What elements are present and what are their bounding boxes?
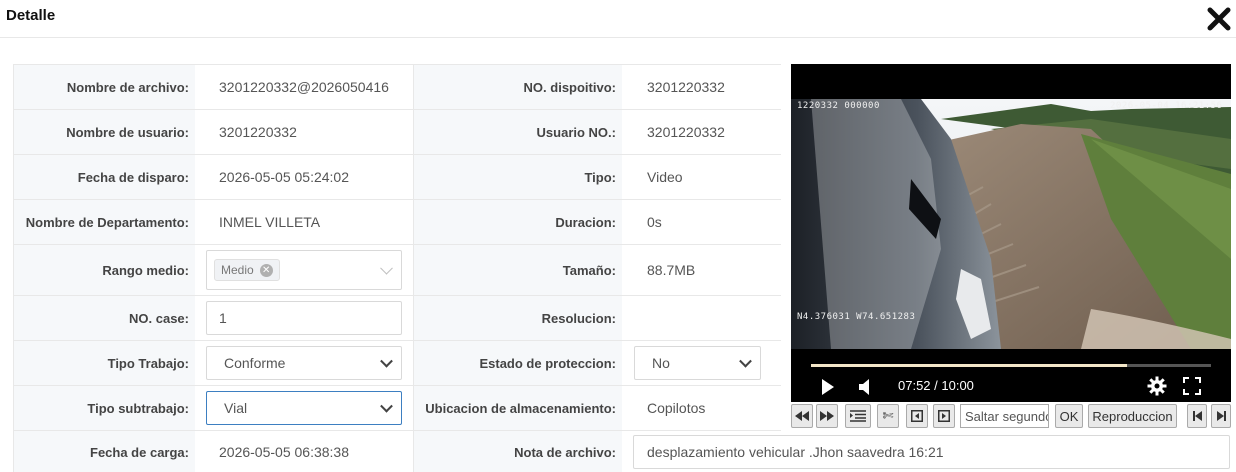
video-player[interactable]: 1220332 000000 2026-05-04 16:21:56 N4.37… (791, 64, 1231, 402)
work-type-label: Tipo Trabajo: (14, 341, 195, 385)
remove-tag-icon[interactable]: ✕ (259, 263, 273, 277)
media-range-tag-label: Medio (221, 263, 254, 277)
duration-label: Duracion: (413, 200, 622, 244)
case-no-value: 1 (219, 310, 227, 326)
chevron-down-icon (380, 354, 393, 368)
protection-select[interactable]: No (634, 346, 761, 380)
ok-button[interactable]: OK (1055, 404, 1083, 428)
user-name-label: Nombre de usuario: (14, 110, 195, 154)
fast-forward-icon (820, 411, 834, 421)
osd-device-id: 1220332 000000 (797, 101, 880, 111)
dialog-title: Detalle (6, 7, 56, 24)
list-icon (850, 410, 866, 422)
trigger-date-value: 2026-05-05 05:24:02 (219, 169, 349, 185)
table-row: Rango medio: Medio ✕ Tamaño: 88.7MB (14, 245, 781, 296)
table-row: Fecha de disparo: 2026-05-05 05:24:02 Ti… (14, 155, 781, 200)
upload-date-value: 2026-05-05 06:38:38 (219, 444, 349, 460)
file-note-value: desplazamiento vehicular .Jhon saavedra … (647, 444, 944, 460)
video-controls: 07:52 / 10:00 (791, 349, 1231, 402)
sub-work-type-select[interactable]: Vial (206, 391, 402, 425)
rewind-button[interactable] (791, 404, 813, 428)
file-name-value: 3201220332@2026050416 (219, 79, 389, 95)
upload-date-label: Fecha de carga: (14, 431, 195, 472)
media-range-label: Rango medio: (14, 245, 195, 295)
table-row: Nombre de Departamento: INMEL VILLETA Du… (14, 200, 781, 245)
progress-track[interactable] (811, 364, 1211, 367)
protection-value: No (652, 355, 670, 371)
file-name-label: Nombre de archivo: (14, 65, 195, 109)
last-button[interactable] (1211, 404, 1231, 428)
size-value: 88.7MB (647, 262, 696, 278)
fast-forward-button[interactable] (816, 404, 838, 428)
table-row: Tipo subtrabajo: Vial Ubicacion de almac… (14, 386, 781, 431)
table-row: Tipo Trabajo: Conforme Estado de protecc… (14, 341, 781, 386)
case-no-input[interactable]: 1 (206, 301, 402, 335)
skip-last-icon (1216, 411, 1226, 421)
detail-table: Nombre de archivo: 3201220332@2026050416… (13, 64, 781, 472)
frame-back-button[interactable] (906, 404, 928, 428)
storage-value: Copilotos (647, 400, 706, 416)
table-row: NO. case: 1 Resolucion: (14, 296, 781, 341)
file-note-input[interactable]: desplazamiento vehicular .Jhon saavedra … (633, 435, 1230, 469)
media-range-tag: Medio ✕ (214, 259, 280, 281)
table-row: Nombre de usuario: 3201220332 Usuario NO… (14, 110, 781, 155)
work-type-select[interactable]: Conforme (206, 346, 402, 380)
size-label: Tamaño: (413, 245, 622, 295)
sub-work-type-value: Vial (224, 400, 248, 416)
chevron-down-icon (739, 354, 752, 368)
work-type-value: Conforme (224, 355, 286, 371)
protection-label: Estado de proteccion: (413, 341, 622, 385)
skip-seconds-input[interactable]: Saltar segundos (960, 404, 1049, 428)
player-toolbar: ✄ Saltar segundos OK Reproduccion (791, 404, 1233, 429)
cut-button[interactable]: ✄ (877, 404, 899, 428)
close-icon[interactable] (1206, 6, 1232, 32)
osd-gps: N4.376031 W74.651283 (797, 312, 916, 322)
dialog-header: Detalle (0, 0, 1236, 38)
osd-datetime: 2026-05-04 16:21:56 (1110, 101, 1223, 111)
fullscreen-icon[interactable] (1183, 377, 1201, 395)
rewind-icon (795, 411, 809, 421)
playlist-button[interactable] (845, 404, 871, 428)
device-no-label: NO. dispoitivo: (413, 65, 622, 109)
user-no-label: Usuario NO.: (413, 110, 622, 154)
media-range-select[interactable]: Medio ✕ (206, 250, 402, 290)
chevron-down-icon (380, 399, 393, 413)
volume-icon[interactable] (858, 378, 874, 396)
file-note-label: Nota de archivo: (413, 431, 622, 472)
duration-value: 0s (647, 214, 662, 230)
department-label: Nombre de Departamento: (14, 200, 195, 244)
frame-forward-icon (938, 410, 950, 422)
user-name-value: 3201220332 (219, 124, 297, 140)
skip-seconds-placeholder: Saltar segundos (965, 408, 1048, 424)
department-value: INMEL VILLETA (219, 214, 321, 230)
type-label: Tipo: (413, 155, 622, 199)
play-icon[interactable] (822, 379, 834, 395)
resolution-label: Resolucion: (413, 296, 622, 340)
frame-back-icon (911, 410, 923, 422)
sub-work-type-label: Tipo subtrabajo: (14, 386, 195, 430)
video-time: 07:52 / 10:00 (898, 378, 974, 393)
first-button[interactable] (1187, 404, 1207, 428)
case-no-label: NO. case: (14, 296, 195, 340)
chevron-down-icon (380, 261, 393, 275)
storage-label: Ubicacion de almacenamiento: (413, 386, 622, 430)
user-no-value: 3201220332 (647, 124, 725, 140)
progress-fill (811, 364, 1127, 367)
frame-forward-button[interactable] (933, 404, 955, 428)
gear-icon[interactable] (1147, 376, 1167, 396)
playback-button[interactable]: Reproduccion (1088, 404, 1177, 428)
skip-first-icon (1192, 411, 1202, 421)
scissors-icon: ✄ (882, 408, 894, 423)
trigger-date-label: Fecha de disparo: (14, 155, 195, 199)
type-value: Video (647, 169, 683, 185)
device-no-value: 3201220332 (647, 79, 725, 95)
table-row: Nombre de archivo: 3201220332@2026050416… (14, 65, 781, 110)
